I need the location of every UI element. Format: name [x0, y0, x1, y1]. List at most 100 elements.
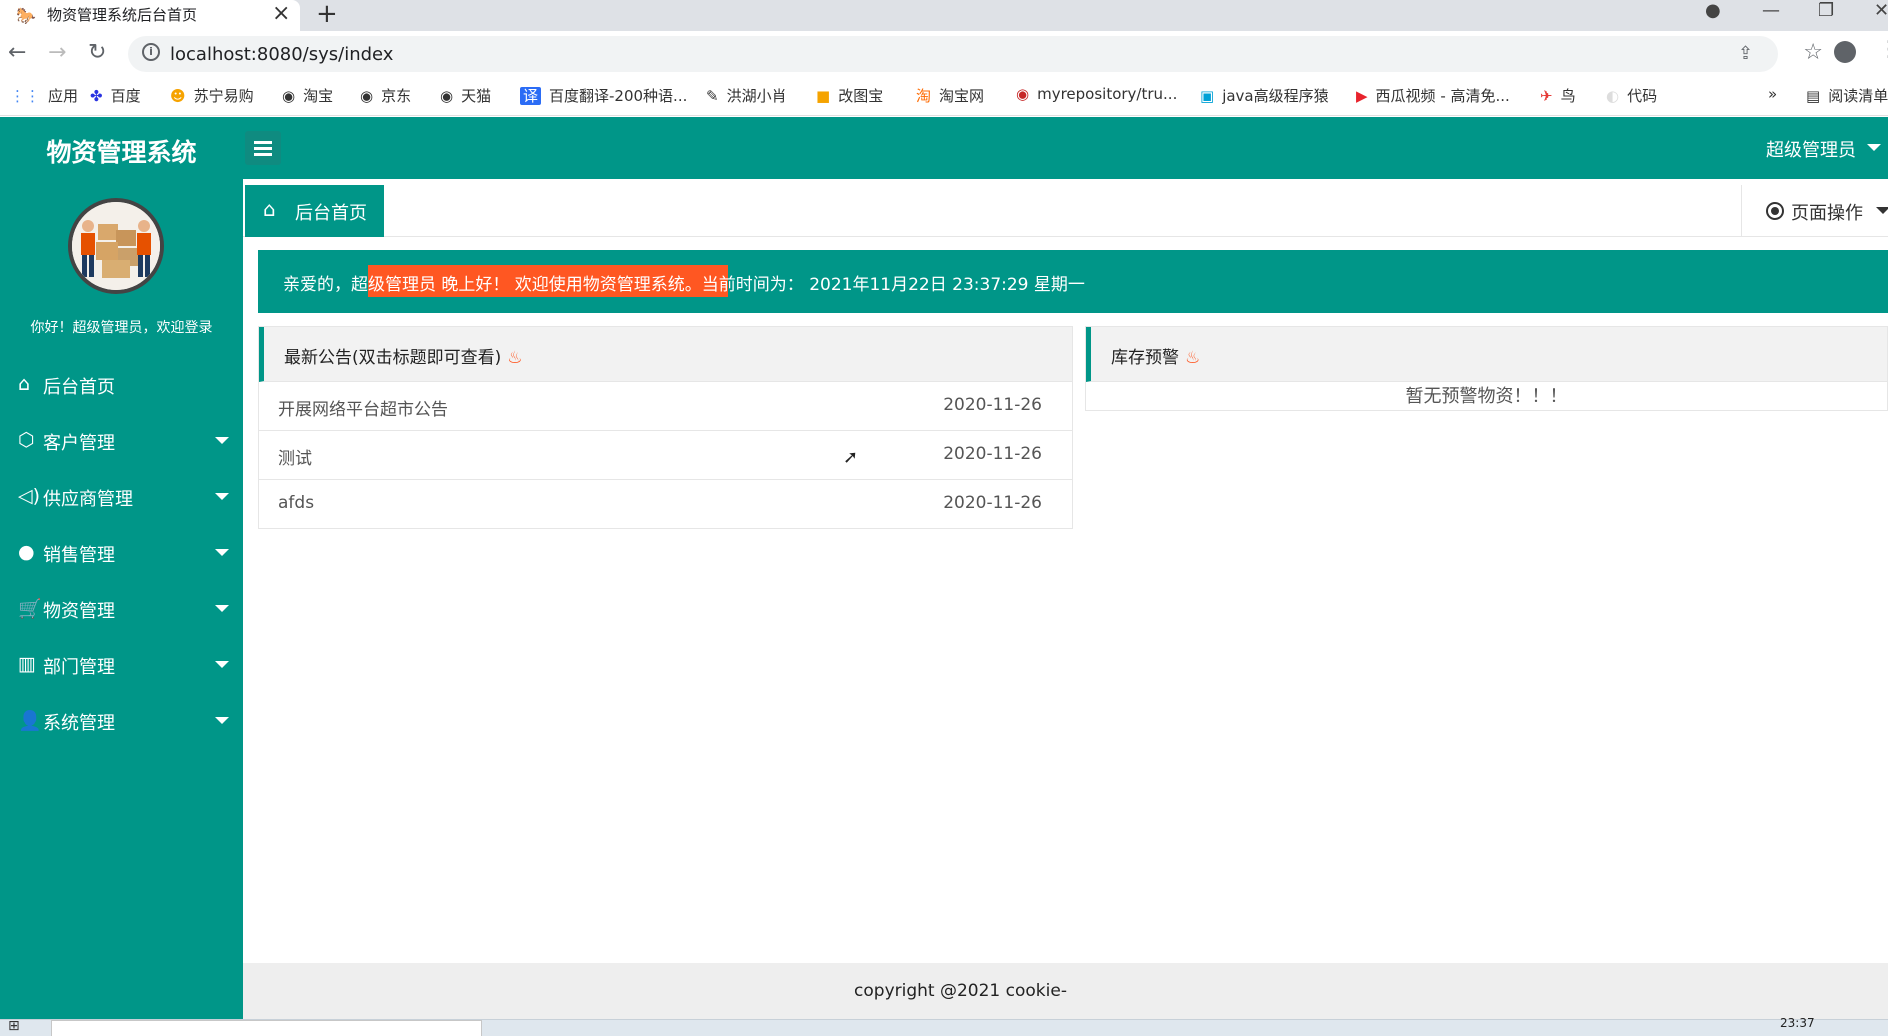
chevron-down-icon	[215, 605, 229, 612]
bookmark-gaitubao[interactable]: ■ 改图宝	[816, 85, 883, 106]
cart-icon: 🛒	[18, 598, 42, 620]
chevron-down-icon	[215, 549, 229, 556]
list-item[interactable]: 测试 2020-11-26	[259, 431, 1072, 480]
notice-date: 2020-11-26	[943, 444, 1042, 464]
sidebar-item-suppliers[interactable]: ◁) 供应商管理	[0, 469, 243, 525]
home-icon: ⌂	[18, 373, 31, 395]
bookmark-suning[interactable]: ☻ 苏宁易购	[170, 85, 254, 106]
home-icon: ⌂	[263, 197, 276, 221]
stock-warning-panel: 库存预警 ♨ 暂无预警物资！！！	[1085, 326, 1888, 411]
bookmark-taobaowang[interactable]: 淘淘宝网	[916, 85, 984, 106]
bookmark-myrepository[interactable]: ◉ myrepository/tru...	[1016, 85, 1177, 103]
app-logo[interactable]: 物资管理系统	[0, 133, 243, 169]
windows-start-icon[interactable]: ⊞	[8, 1018, 20, 1034]
notices-header: 最新公告(双击标题即可查看) ♨	[259, 327, 1072, 382]
bookmark-tmall[interactable]: ◉ 天猫	[440, 85, 491, 106]
user-icon: 👤	[18, 710, 42, 732]
bookmark-daima[interactable]: ◐ 代码	[1606, 85, 1657, 106]
fire-icon: ♨	[507, 348, 523, 368]
os-taskbar: ⊞ 23:37	[0, 1016, 1888, 1036]
sidebar-item-label: 客户管理	[43, 433, 115, 454]
notice-title[interactable]: 测试	[278, 444, 312, 469]
avatar	[68, 198, 164, 294]
reading-list[interactable]: ▤ 阅读清单	[1806, 85, 1888, 106]
sidebar-item-materials[interactable]: 🛒 物资管理	[0, 581, 243, 637]
browser-tabstrip: 🐎 物资管理系统后台首页 × + ● — ❐ ✕	[0, 0, 1888, 31]
bookmark-taobao[interactable]: ◉ 淘宝	[282, 85, 333, 106]
cube-icon: ⬡	[18, 429, 35, 451]
chevron-down-icon	[215, 493, 229, 500]
chat-icon: ●	[18, 541, 35, 563]
bookmark-jd[interactable]: ◉ 京东	[360, 85, 411, 106]
sidebar-item-label: 供应商管理	[43, 489, 133, 510]
share-icon[interactable]: ⇪	[1738, 43, 1753, 64]
info-icon[interactable]: i	[142, 43, 160, 61]
sidebar: 物资管理系统 你好！超级管理员，欢迎登录 ⌂ 后台首页 ⬡ 客户管理 ◁) 供应…	[0, 117, 243, 1019]
notice-title[interactable]: afds	[278, 493, 314, 513]
sidebar-item-home[interactable]: ⌂ 后台首页	[0, 357, 243, 413]
address-bar[interactable]: i localhost:8080/sys/index ⇪ ☆	[128, 36, 1823, 72]
welcome-banner: 亲爱的，超级管理员 晚上好！ 欢迎使用物资管理系统。当前时间为： 2021年11…	[258, 250, 1888, 313]
list-item[interactable]: afds 2020-11-26	[259, 480, 1072, 529]
list-item[interactable]: 开展网络平台超市公告 2020-11-26	[259, 382, 1072, 431]
app-root: 物资管理系统 你好！超级管理员，欢迎登录 ⌂ 后台首页 ⬡ 客户管理 ◁) 供应…	[0, 117, 1888, 1019]
sidebar-item-system[interactable]: 👤 系统管理	[0, 693, 243, 749]
sidebar-item-label: 后台首页	[43, 377, 115, 398]
bookmarks-overflow-icon[interactable]: »	[1768, 85, 1777, 103]
bookmarks-bar: ⋮⋮ 应用 ✤ 百度 ☻ 苏宁易购 ◉ 淘宝 ◉ 京东 ◉ 天猫 译百度翻译-200种语..…	[0, 76, 1888, 116]
notices-title: 最新公告(双击标题即可查看)	[284, 348, 502, 368]
profile-dropdown-icon[interactable]: ●	[1705, 0, 1721, 21]
browser-toolbar: ← → ↻ i localhost:8080/sys/index ⇪ ☆ ⋮	[0, 31, 1888, 76]
sidebar-item-customers[interactable]: ⬡ 客户管理	[0, 413, 243, 469]
workers-boxes-icon	[72, 202, 160, 290]
close-tab-icon[interactable]: ×	[272, 1, 290, 26]
restore-icon[interactable]: ❐	[1818, 0, 1834, 21]
url-text[interactable]: localhost:8080/sys/index	[170, 44, 393, 65]
sidebar-item-label: 部门管理	[43, 657, 115, 678]
bookmark-baidu-translate[interactable]: 译百度翻译-200种语...	[520, 85, 687, 106]
new-tab-icon[interactable]: +	[316, 0, 338, 29]
sidebar-item-label: 物资管理	[43, 601, 115, 622]
close-window-icon[interactable]: ✕	[1874, 0, 1888, 21]
bookmark-xigua[interactable]: ▶ 西瓜视频 - 高清免...	[1356, 85, 1510, 106]
bookmark-apps[interactable]: ⋮⋮ 应用	[10, 85, 78, 106]
bookmark-baidu[interactable]: ✤ 百度	[90, 85, 141, 106]
sidebar-item-departments[interactable]: ▥ 部门管理	[0, 637, 243, 693]
menu-kebab-icon[interactable]: ⋮	[1878, 37, 1888, 62]
chevron-down-icon[interactable]	[1867, 144, 1881, 151]
notice-title[interactable]: 开展网络平台超市公告	[278, 395, 448, 420]
notice-date: 2020-11-26	[943, 395, 1042, 415]
bookmark-java[interactable]: ▣ java高级程序猿	[1200, 85, 1329, 106]
minimize-icon[interactable]: —	[1762, 0, 1780, 21]
taskbar-search-input[interactable]	[51, 1020, 482, 1036]
taskbar-clock[interactable]: 23:37	[1780, 1016, 1815, 1030]
stock-warning-title: 库存预警	[1111, 348, 1179, 368]
page-tabs-bar: ⌂ 后台首页 页面操作	[243, 185, 1888, 237]
sidebar-item-label: 系统管理	[43, 713, 115, 734]
forward-icon[interactable]: →	[48, 40, 66, 65]
profile-avatar-icon[interactable]	[1834, 41, 1856, 63]
reload-icon[interactable]: ↻	[88, 40, 106, 65]
chevron-down-icon	[215, 437, 229, 444]
browser-tab[interactable]: 🐎 物资管理系统后台首页 ×	[0, 0, 300, 31]
fire-icon: ♨	[1185, 348, 1201, 368]
menu-toggle-icon[interactable]	[245, 131, 281, 165]
tab-home[interactable]: ⌂ 后台首页	[245, 185, 384, 237]
top-header: 超级管理员	[243, 117, 1888, 179]
user-menu[interactable]: 超级管理员	[1766, 136, 1856, 162]
mouse-cursor-icon: ➚	[843, 447, 859, 468]
building-icon: ▥	[18, 653, 36, 675]
bookmark-star-icon[interactable]: ☆	[1803, 40, 1823, 65]
sidebar-item-sales[interactable]: ● 销售管理	[0, 525, 243, 581]
chevron-down-icon	[215, 717, 229, 724]
page-operations-dropdown[interactable]: 页面操作	[1741, 185, 1888, 237]
back-icon[interactable]: ←	[8, 40, 26, 65]
page-footer: copyright @2021 cookie-	[243, 963, 1888, 1019]
sidebar-item-label: 销售管理	[43, 545, 115, 566]
chevron-down-icon	[215, 661, 229, 668]
welcome-greeting: 你好！超级管理员，欢迎登录	[30, 320, 213, 336]
sidebar-menu: ⌂ 后台首页 ⬡ 客户管理 ◁) 供应商管理 ● 销售管理 🛒 物资管理 ▥ 部…	[0, 357, 243, 749]
bookmark-niao[interactable]: ✈ 鸟	[1540, 85, 1576, 106]
stock-warning-empty: 暂无预警物资！！！	[1405, 386, 1568, 407]
bookmark-honghu[interactable]: ✎ 洪湖小肖	[706, 85, 787, 106]
